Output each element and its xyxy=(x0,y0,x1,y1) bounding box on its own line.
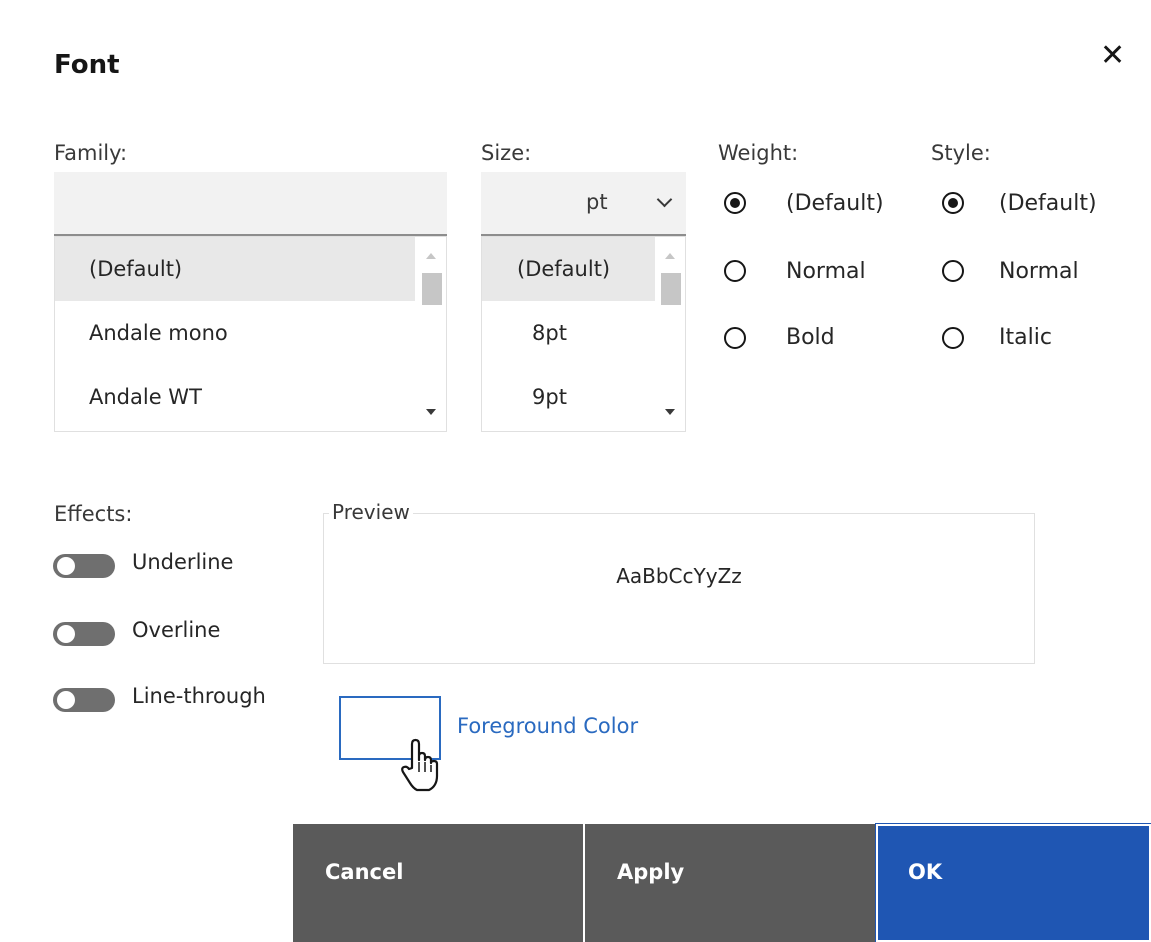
family-option[interactable]: Andale mono xyxy=(55,301,415,365)
scroll-down-icon[interactable] xyxy=(665,409,675,415)
dialog-title: Font xyxy=(54,50,120,80)
line-through-toggle[interactable] xyxy=(53,688,115,712)
scroll-up-icon[interactable] xyxy=(665,253,675,259)
family-option[interactable]: (Default) xyxy=(55,237,415,301)
size-label: Size: xyxy=(481,141,532,165)
ok-button[interactable]: OK xyxy=(875,823,1151,942)
scroll-up-icon[interactable] xyxy=(426,253,436,259)
family-option[interactable]: Andale WT xyxy=(55,365,415,429)
cancel-button[interactable]: Cancel xyxy=(293,824,583,942)
style-label: Style: xyxy=(931,141,991,165)
size-scrollbar[interactable] xyxy=(655,237,685,431)
weight-radio-default[interactable] xyxy=(724,192,746,214)
weight-option-label: (Default) xyxy=(786,191,884,216)
style-radio-italic[interactable] xyxy=(942,327,964,349)
chevron-down-icon xyxy=(656,191,673,208)
family-label: Family: xyxy=(54,141,128,165)
weight-option-label: Normal xyxy=(786,259,866,284)
weight-label: Weight: xyxy=(718,141,799,165)
family-listbox[interactable]: (Default) Andale mono Andale WT xyxy=(54,236,447,432)
preview-text: AaBbCcYyZz xyxy=(616,564,742,588)
style-option-label: Normal xyxy=(999,259,1079,284)
size-listbox[interactable]: (Default) 8pt 9pt xyxy=(481,236,686,432)
size-option[interactable]: 8pt xyxy=(482,301,657,365)
preview-box: AaBbCcYyZz xyxy=(323,513,1035,664)
size-unit-select[interactable]: pt xyxy=(481,172,686,236)
preview-legend: Preview xyxy=(329,500,413,524)
size-option[interactable]: 9pt xyxy=(482,365,657,429)
line-through-label: Line-through xyxy=(132,684,266,708)
close-icon[interactable]: ✕ xyxy=(1100,38,1125,73)
weight-radio-normal[interactable] xyxy=(724,260,746,282)
underline-toggle[interactable] xyxy=(53,554,115,578)
scroll-thumb[interactable] xyxy=(661,273,681,305)
effects-label: Effects: xyxy=(54,502,133,526)
style-radio-default[interactable] xyxy=(942,192,964,214)
style-radio-normal[interactable] xyxy=(942,260,964,282)
style-option-label: (Default) xyxy=(999,191,1097,216)
scroll-thumb[interactable] xyxy=(422,273,442,305)
apply-button[interactable]: Apply xyxy=(585,824,875,942)
underline-label: Underline xyxy=(132,550,234,574)
scroll-down-icon[interactable] xyxy=(426,409,436,415)
style-option-label: Italic xyxy=(999,325,1052,350)
family-scrollbar[interactable] xyxy=(416,237,446,431)
weight-radio-bold[interactable] xyxy=(724,327,746,349)
hand-cursor-icon xyxy=(401,738,439,792)
weight-option-label: Bold xyxy=(786,325,835,350)
family-search-input[interactable] xyxy=(54,172,447,236)
overline-toggle[interactable] xyxy=(53,622,115,646)
size-option[interactable]: (Default) xyxy=(482,237,657,301)
foreground-color-link[interactable]: Foreground Color xyxy=(457,714,638,738)
size-unit-value: pt xyxy=(586,190,608,214)
overline-label: Overline xyxy=(132,618,221,642)
